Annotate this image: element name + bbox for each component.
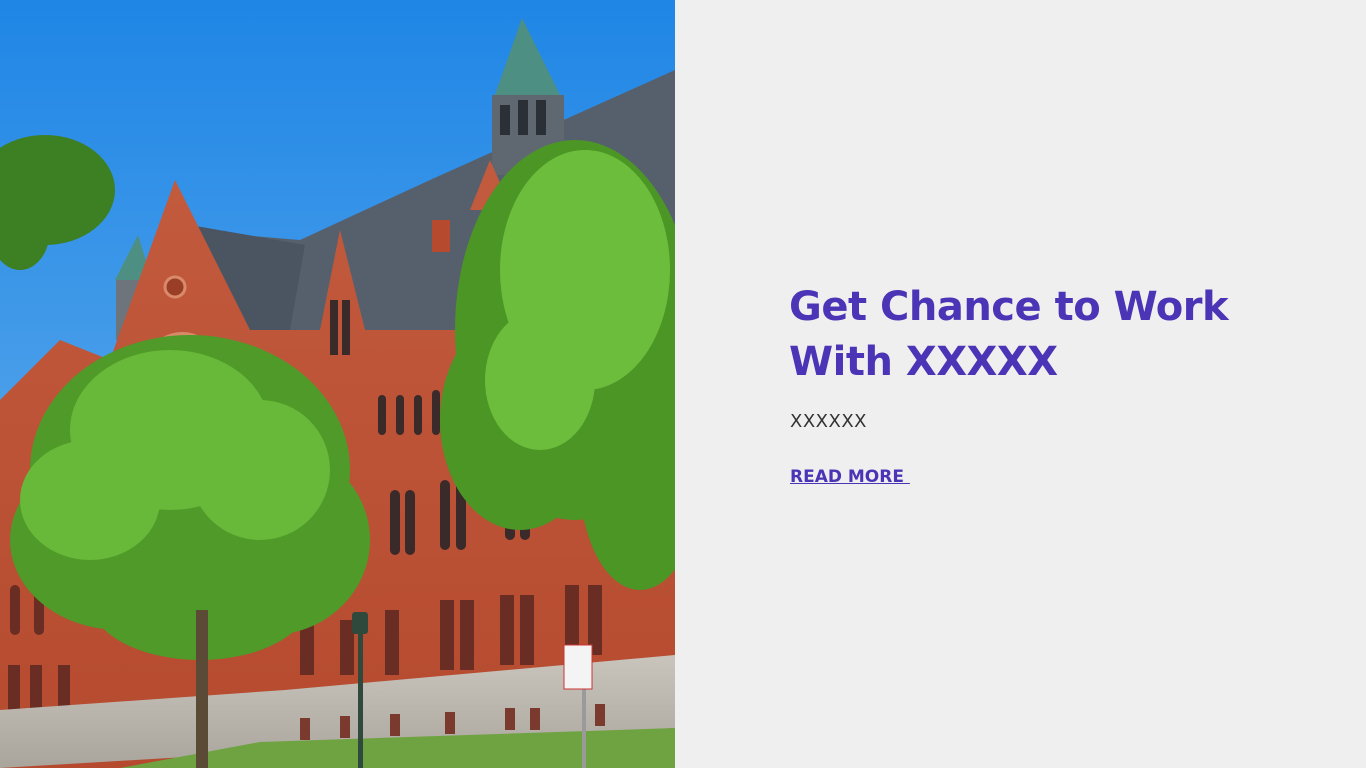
headline: Get Chance to Work With XXXXX — [789, 280, 1259, 390]
read-more-link[interactable]: READ MORE — [790, 465, 910, 489]
subtext: XXXXXX — [790, 411, 867, 432]
building-photo — [0, 0, 675, 768]
headline-line-1: Get Chance to Work — [789, 284, 1229, 330]
headline-line-2: With XXXXX — [789, 339, 1058, 385]
content-panel: Get Chance to Work With XXXXX XXXXXX REA… — [675, 0, 1366, 768]
hero-image — [0, 0, 675, 768]
